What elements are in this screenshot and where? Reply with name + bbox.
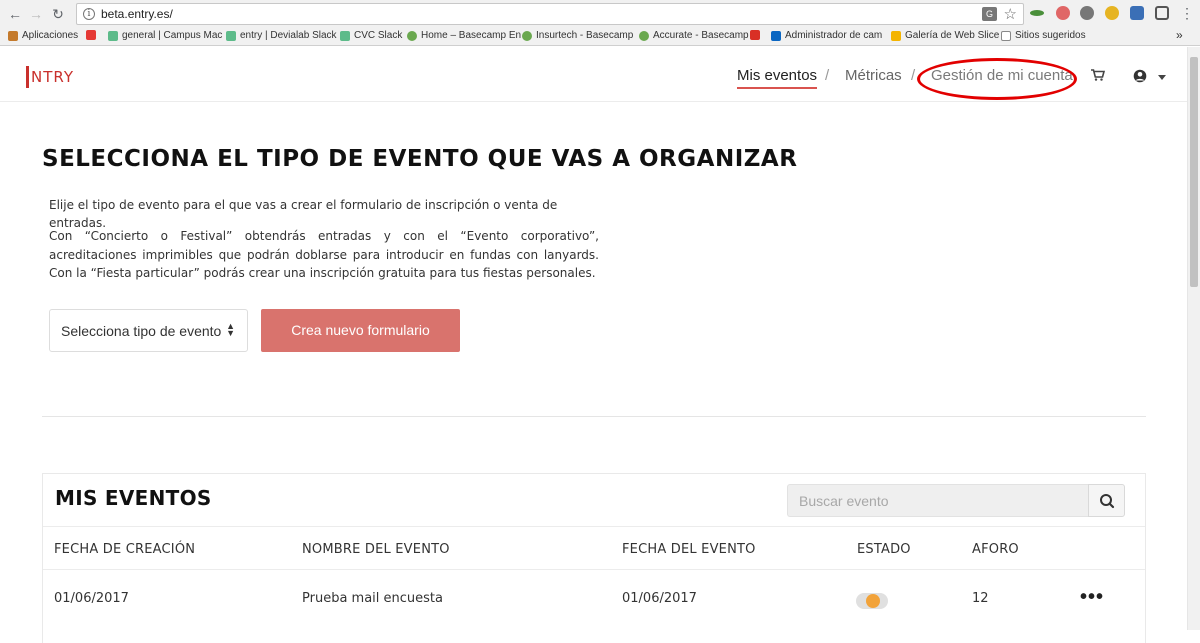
extension-icon[interactable] [1030,10,1044,16]
select-arrows-icon: ▲ ▼ [226,321,235,338]
linkedin-icon [771,30,781,41]
create-form-button[interactable]: Crea nuevo formulario [261,309,460,352]
cart-icon[interactable] [1091,69,1105,81]
back-icon[interactable]: ← [6,5,24,23]
info-icon[interactable]: i [83,8,95,20]
slack-icon [108,30,118,41]
toggle-knob [866,594,880,608]
reload-icon[interactable]: ↻ [49,5,67,23]
nav-gestion-cuenta[interactable]: Gestión de mi cuenta [931,67,1073,84]
page-scrollbar[interactable] [1187,47,1200,630]
url-text[interactable]: beta.entry.es/ [101,7,173,21]
event-type-select-value: Selecciona tipo de evento [61,323,222,339]
bookmark-item[interactable]: Insurtech - Basecamp [522,30,633,41]
gmail-icon [750,30,760,40]
table-row[interactable]: 01/06/2017 Prueba mail encuesta 01/06/20… [43,570,1145,630]
event-capacity: 12 [972,591,989,606]
bookmark-item[interactable] [750,30,760,40]
events-title: MIS EVENTOS [55,486,212,510]
column-header[interactable]: NOMBRE DEL EVENTO [302,542,450,557]
page-icon [1001,30,1011,41]
intro-description: Con “Concierto o Festival” obtendrás ent… [49,229,599,280]
bookmark-item[interactable]: entry | Devialab Slack [226,30,337,41]
nav-separator: / [911,67,916,84]
forward-icon[interactable]: → [27,5,45,23]
extension-icon[interactable] [1130,6,1144,20]
section-divider [42,416,1146,417]
nav-mis-eventos[interactable]: Mis eventos [737,67,818,89]
nav-metricas[interactable]: Métricas [845,67,902,84]
address-bar[interactable]: i beta.entry.es/ G ☆ [76,3,1024,25]
page-title: SELECCIONA EL TIPO DE EVENTO QUE VAS A O… [42,146,798,172]
webslice-icon [891,30,901,41]
more-bookmarks[interactable]: » [1176,28,1183,42]
bookmark-item[interactable]: Accurate - Basecamp [639,30,749,41]
slack-icon [226,30,236,41]
extension-icon[interactable] [1080,6,1094,20]
bookmark-item[interactable]: Administrador de cam [771,30,882,41]
bookmark-item[interactable]: Home – Basecamp En [407,30,521,41]
column-header[interactable]: AFORO [972,542,1019,557]
bookmark-item[interactable]: Sitios sugeridos [1001,30,1086,41]
star-icon[interactable]: ☆ [1004,5,1017,23]
column-header[interactable]: FECHA DE CREACIÓN [54,542,195,557]
youtube-icon [86,30,96,40]
logo-mark [26,66,29,88]
browser-chrome: ← → ↻ i beta.entry.es/ G ☆ ⋮ Aplicacione… [0,0,1200,46]
extension-icon[interactable] [1056,6,1070,20]
table-header: FECHA DE CREACIÓN NOMBRE DEL EVENTO FECH… [43,526,1145,570]
basecamp-icon [522,30,532,41]
translate-icon[interactable]: G [982,7,997,21]
user-icon[interactable] [1133,69,1147,83]
basecamp-icon [639,30,649,41]
bookmarks-bar: Aplicaciones general | Campus Mac entry … [0,27,1200,45]
event-date: 01/06/2017 [622,591,697,606]
basecamp-icon [407,30,417,41]
slack-icon [340,30,350,41]
event-type-select[interactable]: Selecciona tipo de evento ▲ ▼ [49,309,248,352]
events-panel: MIS EVENTOS FECHA DE CREACIÓN NOMBRE DEL… [42,473,1146,643]
cast-icon[interactable] [1155,6,1169,20]
apps-grid-icon [8,30,18,41]
search-icon [1100,494,1115,509]
bookmark-item[interactable]: CVC Slack [340,30,402,41]
search-input[interactable] [787,484,1089,517]
status-toggle[interactable] [856,593,888,609]
app-header: NTRY Mis eventos / Métricas / Gestión de… [0,47,1187,102]
menu-icon[interactable]: ⋮ [1178,4,1196,22]
nav-separator: / [825,67,830,84]
bookmark-apps[interactable]: Aplicaciones [8,30,78,41]
created-date: 01/06/2017 [54,591,129,606]
bookmark-item[interactable]: general | Campus Mac [108,30,222,41]
column-header[interactable]: FECHA DEL EVENTO [622,542,756,557]
entry-logo[interactable]: NTRY [26,66,74,88]
column-header[interactable]: ESTADO [857,542,911,557]
event-name[interactable]: Prueba mail encuesta [302,591,443,606]
search-button[interactable] [1088,484,1125,517]
bookmark-item[interactable]: Galería de Web Slice [891,30,999,41]
bookmark-item[interactable] [86,30,96,40]
extension-icon[interactable] [1105,6,1119,20]
caret-down-icon[interactable] [1158,75,1166,80]
logo-text: NTRY [31,68,75,86]
more-dots-icon[interactable]: ••• [1080,586,1104,609]
scrollbar-thumb[interactable] [1190,57,1198,287]
